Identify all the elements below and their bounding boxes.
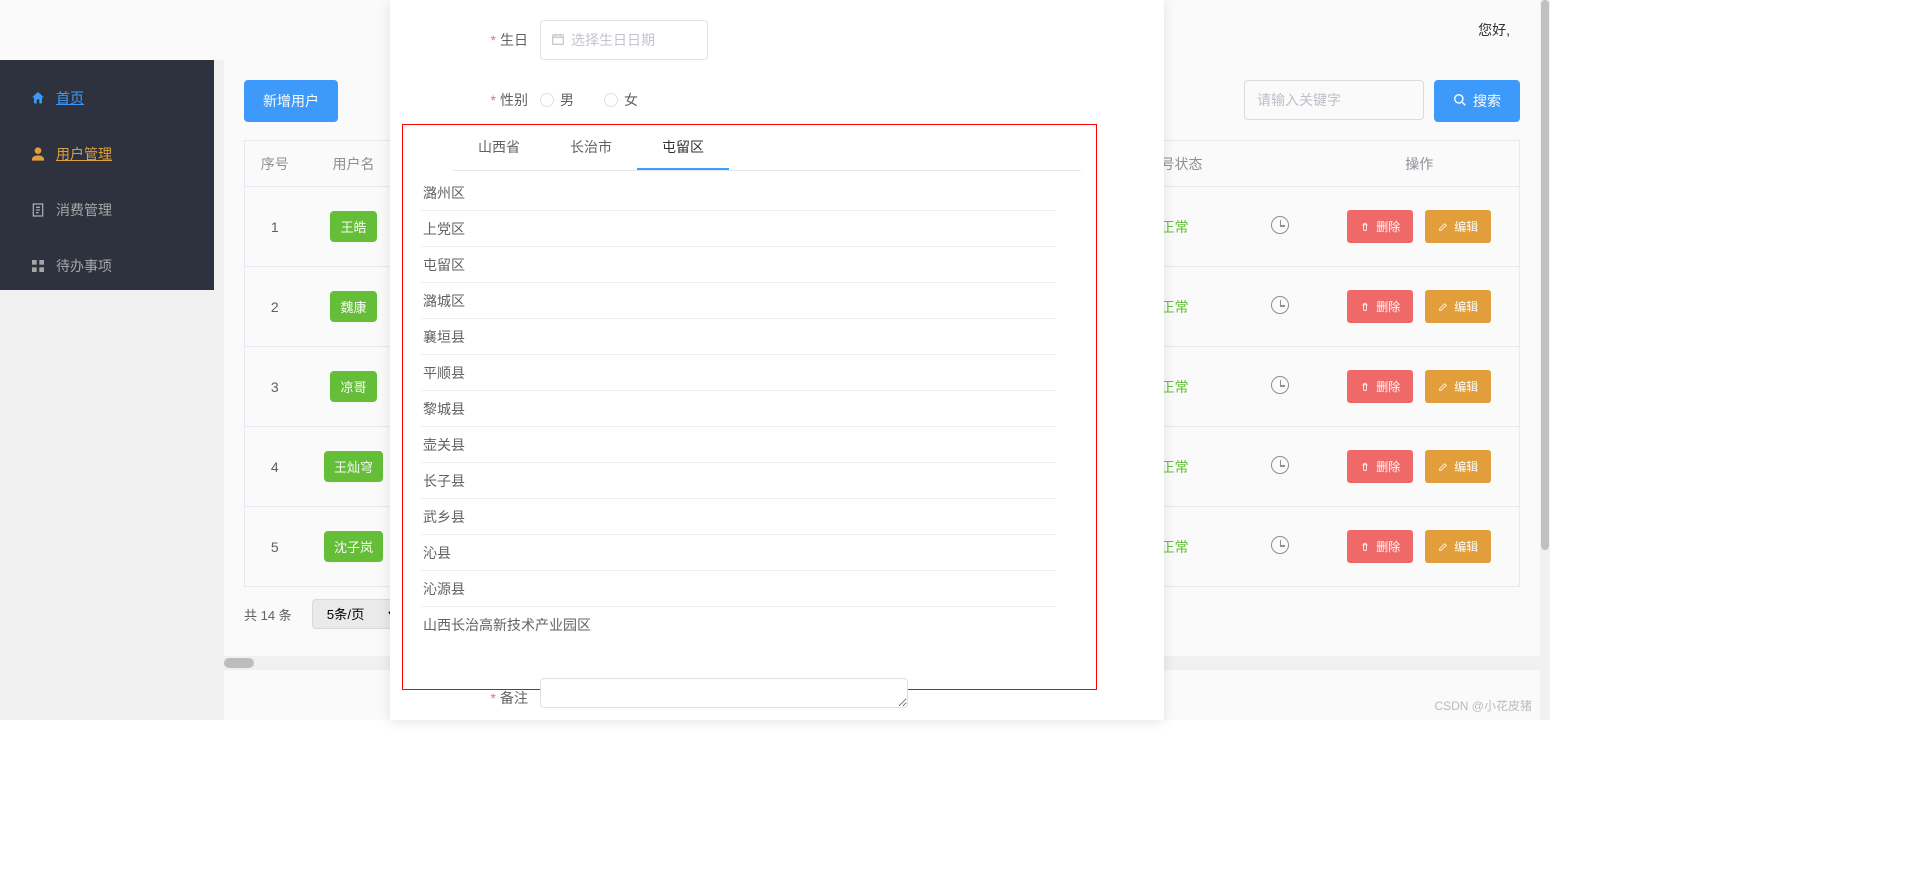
radio-male[interactable]: 男 [540,80,574,120]
remark-label: 备注 [500,690,528,706]
birthday-placeholder: 选择生日日期 [571,30,655,50]
region-tab-district[interactable]: 屯留区 [637,125,729,170]
region-selector: 山西省 长治市 屯留区 潞州区上党区屯留区潞城区襄垣县平顺县黎城县壶关县长子县武… [402,124,1097,690]
region-option[interactable]: 上党区 [421,211,1056,247]
region-tab-province[interactable]: 山西省 [453,125,545,170]
csdn-watermark: CSDN @小花皮猪 [1434,697,1532,714]
region-option[interactable]: 山西长治高新技术产业园区 [421,607,1056,643]
region-option[interactable]: 屯留区 [421,247,1056,283]
region-option[interactable]: 潞州区 [421,175,1056,211]
region-option[interactable]: 襄垣县 [421,319,1056,355]
region-tab-city[interactable]: 长治市 [545,125,637,170]
region-option[interactable]: 潞城区 [421,283,1056,319]
remark-textarea[interactable] [540,678,908,708]
birthday-label: 生日 [500,32,528,48]
region-option[interactable]: 长子县 [421,463,1056,499]
region-option[interactable]: 平顺县 [421,355,1056,391]
birthday-input[interactable]: 选择生日日期 [540,20,708,60]
region-tabs: 山西省 长治市 屯留区 [453,125,1081,171]
region-option[interactable]: 黎城县 [421,391,1056,427]
region-option[interactable]: 沁源县 [421,571,1056,607]
form-row-gender: *性别 男 女 [390,70,1164,130]
calendar-icon [551,32,565,49]
vertical-scrollbar[interactable] [1540,0,1550,720]
radio-female[interactable]: 女 [604,80,638,120]
gender-label: 性别 [500,92,528,108]
region-option[interactable]: 武乡县 [421,499,1056,535]
user-form-modal: *生日 选择生日日期 *性别 男 女 山西省 长治市 屯留区 潞州区上党区屯留区… [390,0,1164,720]
region-option[interactable]: 壶关县 [421,427,1056,463]
region-option[interactable]: 沁县 [421,535,1056,571]
region-list: 潞州区上党区屯留区潞城区襄垣县平顺县黎城县壶关县长子县武乡县沁县沁源县山西长治高… [421,175,1056,643]
form-row-remark: *备注 [390,678,1164,718]
form-row-birthday: *生日 选择生日日期 [390,10,1164,70]
